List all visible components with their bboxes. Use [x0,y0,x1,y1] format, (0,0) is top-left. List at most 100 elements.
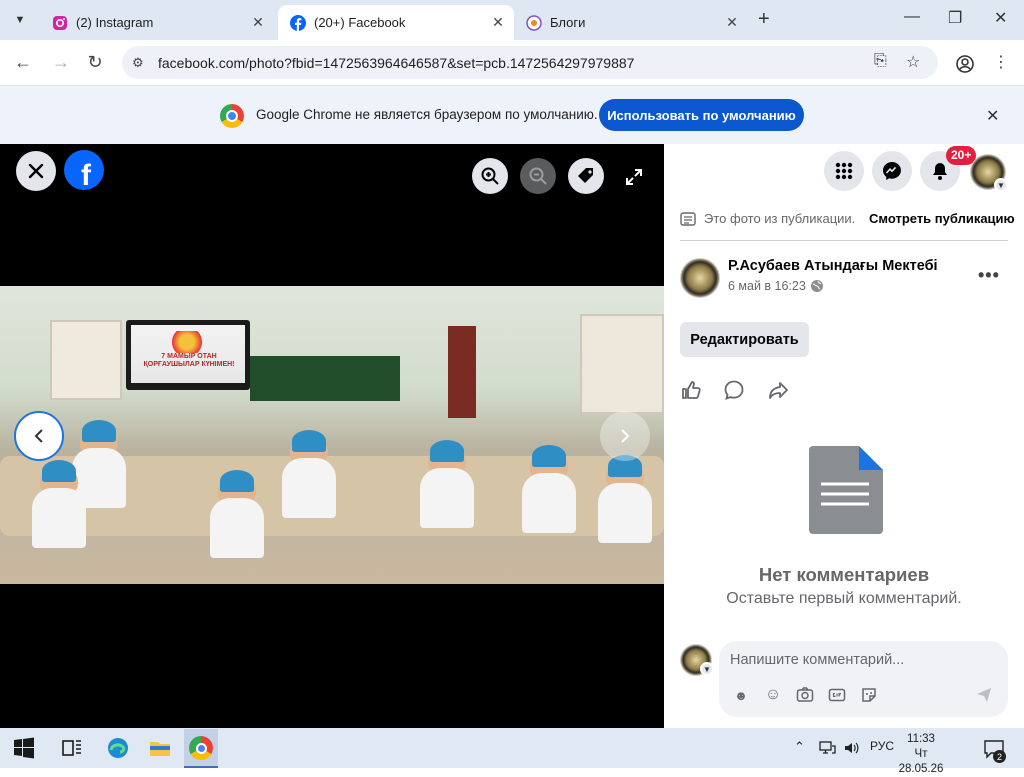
photo-child [420,440,474,528]
photo-door [448,326,476,418]
restore-icon[interactable]: ❐ [948,8,962,28]
tag-icon [578,168,593,183]
post-timestamp: 6 май в 16:23 [728,279,824,293]
divider [680,240,1008,241]
address-bar[interactable]: ⚙ facebook.com/photo?fbid=14725639646465… [122,46,938,79]
photo-child [598,455,652,543]
tab-facebook[interactable]: (20+) Facebook ✕ [278,5,514,40]
task-view-icon[interactable] [60,736,84,760]
avatar-sticker-icon[interactable]: ☻ [732,686,750,704]
fullscreen-icon[interactable] [624,167,644,187]
sticker-icon[interactable] [860,686,878,704]
site-settings-icon[interactable]: ⚙ [132,55,154,71]
chevron-right-icon [621,429,630,443]
timestamp-text[interactable]: 6 май в 16:23 [728,279,806,293]
chevron-left-icon [34,429,43,443]
share-icon[interactable] [767,379,789,401]
notification-count-badge: 2 [993,750,1006,763]
globe-icon [810,280,823,292]
facebook-logo-icon[interactable]: f [64,150,104,190]
edit-button[interactable]: Редактировать [680,322,809,357]
bookmark-star-icon[interactable]: ☆ [906,52,920,72]
zoom-out-button[interactable] [520,158,556,194]
back-arrow-icon[interactable]: ← [12,52,34,73]
tab-title: (20+) Facebook [314,15,406,30]
url-text[interactable]: facebook.com/photo?fbid=1472563964646587… [158,55,634,71]
tab-title: (2) Instagram [76,15,154,30]
photo-child [72,420,126,508]
photo-shelf-right [580,314,664,414]
forward-arrow-icon[interactable]: → [50,52,72,73]
tag-button[interactable] [568,158,604,194]
tray-expand-icon[interactable]: ⌃ [794,739,805,755]
camera-icon[interactable] [796,686,814,704]
infobar-message: Google Chrome не является браузером по у… [256,107,598,122]
set-default-button[interactable]: Использовать по умолчанию [599,99,804,131]
instagram-icon [53,15,67,30]
volume-icon[interactable] [843,740,861,756]
chrome-taskbar-icon[interactable] [189,736,213,760]
like-icon[interactable] [680,379,702,401]
view-post-link[interactable]: Смотреть публикацию [869,211,1015,226]
photo-smartboard: 7 МАМЫР ОТАН ҚОРҒАУШЫЛАР КҮНІМЕН! [126,320,250,390]
bell-icon [933,163,947,180]
install-app-icon[interactable]: ⎘ [874,52,887,70]
close-icon [28,163,44,179]
more-options-icon[interactable]: ••• [978,265,1000,286]
previous-photo-button[interactable] [14,411,64,461]
infobar-close-icon[interactable]: ✕ [986,106,999,126]
photo-child [282,430,336,518]
zoom-in-button[interactable] [472,158,508,194]
tab-close-icon[interactable]: ✕ [724,14,740,31]
tab-close-icon[interactable]: ✕ [490,14,506,31]
from-post-text: Это фото из публикации. [704,211,856,226]
chevron-down-icon[interactable]: ▼ [994,178,1008,192]
edge-icon[interactable] [106,736,130,760]
clock-time: 11:33 [907,733,935,745]
next-photo-button[interactable] [600,411,650,461]
profile-icon[interactable] [955,54,975,74]
new-tab-button[interactable]: + [758,8,770,31]
tab-title: Блоги [550,15,586,30]
post-photo[interactable]: 7 МАМЫР ОТАН ҚОРҒАУШЫЛАР КҮНІМЕН! [0,286,664,584]
photo-child [522,445,576,533]
page-avatar[interactable] [680,258,720,298]
comment-icon[interactable] [723,379,745,401]
close-window-icon[interactable]: ✕ [994,8,1007,28]
windows-start-icon[interactable] [12,736,36,760]
chevron-down-icon[interactable]: ▼ [700,662,714,676]
chrome-logo-icon [220,104,244,128]
page-name[interactable]: Р.Асубаев Атындағы Мектебі [728,258,938,274]
messenger-button[interactable] [872,151,912,191]
from-post-note: Это фото из публикации. [680,211,855,226]
chrome-menu-icon[interactable]: ⋮ [990,52,1012,72]
tab-search-chevron-icon[interactable]: ▼ [6,6,34,34]
photo-child [32,460,86,548]
gif-icon[interactable] [828,686,846,704]
language-indicator[interactable]: РУС [870,739,894,753]
taskbar-clock[interactable]: 11:33 Чт 28.05.26 [895,732,947,777]
zoom-in-icon [481,167,499,185]
send-icon[interactable] [975,686,993,704]
tab-close-icon[interactable]: ✕ [250,14,266,31]
emoji-icon[interactable]: ☺ [764,686,782,704]
menu-button[interactable] [824,151,864,191]
facebook-icon [290,14,306,31]
blog-icon [526,14,542,31]
reload-icon[interactable]: ↻ [84,52,106,73]
photo-viewer: 7 МАМЫР ОТАН ҚОРҒАУШЫЛАР КҮНІМЕН! [0,144,664,728]
minimize-icon[interactable]: — [904,8,920,26]
no-comments-document-icon [809,446,883,534]
no-comments-title: Нет комментариев [758,564,930,585]
photo-board-text: 7 МАМЫР ОТАН ҚОРҒАУШЫЛАР КҮНІМЕН! [143,353,235,368]
comment-input[interactable]: Напишите комментарий... [730,652,904,668]
photo-child [210,470,264,558]
file-explorer-icon[interactable] [148,736,172,760]
tab-instagram[interactable]: (2) Instagram ✕ [40,5,274,40]
network-icon[interactable] [818,740,836,756]
close-viewer-button[interactable] [16,151,56,191]
no-comments-subtitle: Оставьте первый комментарий. [726,590,962,607]
zoom-out-icon [529,167,547,185]
post-note-icon [680,211,696,226]
tab-blogs[interactable]: Блоги ✕ [514,5,748,40]
